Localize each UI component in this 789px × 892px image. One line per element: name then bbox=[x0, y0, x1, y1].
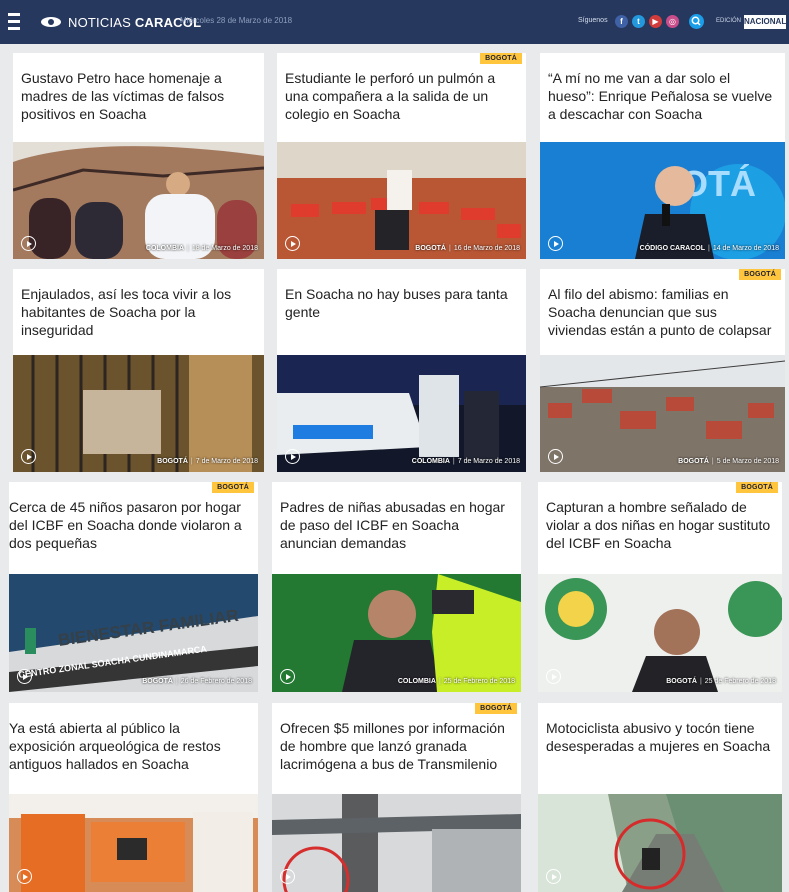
play-icon[interactable] bbox=[280, 669, 295, 684]
article-image bbox=[277, 355, 526, 472]
article-card[interactable]: BOGOTÁ Capturan a hombre señalado de vio… bbox=[538, 482, 782, 692]
article-title[interactable]: Capturan a hombre señalado de violar a d… bbox=[546, 498, 774, 552]
article-image bbox=[277, 142, 526, 259]
play-icon[interactable] bbox=[546, 869, 561, 884]
play-icon[interactable] bbox=[17, 869, 32, 884]
article-image bbox=[272, 574, 521, 692]
section-badge: BOGOTÁ bbox=[480, 53, 522, 64]
edition-label: EDICIÓN bbox=[716, 18, 742, 24]
article-image: OTÁ bbox=[540, 142, 785, 259]
article-card[interactable]: “A mí no me van a dar solo el hueso”: En… bbox=[540, 53, 785, 259]
article-title[interactable]: Al filo del abismo: familias en Soacha d… bbox=[548, 285, 777, 339]
section-badge: BOGOTÁ bbox=[739, 269, 781, 280]
play-icon[interactable] bbox=[280, 869, 295, 884]
article-card[interactable]: Gustavo Petro hace homenaje a madres de … bbox=[13, 53, 264, 259]
article-title[interactable]: Enjaulados, así les toca vivir a los hab… bbox=[21, 285, 256, 339]
facebook-icon[interactable]: f bbox=[615, 15, 628, 28]
article-thumbnail[interactable]: COLOMBIA | 25 de Febrero de 2018 bbox=[272, 574, 521, 692]
play-icon[interactable] bbox=[17, 669, 32, 684]
section-badge: BOGOTÁ bbox=[212, 482, 254, 493]
article-card[interactable]: BOGOTÁ Cerca de 45 niños pasaron por hog… bbox=[9, 482, 258, 692]
article-image bbox=[13, 355, 264, 472]
article-thumbnail[interactable]: COLOMBIA | 18 de Marzo de 2018 bbox=[13, 142, 264, 259]
article-thumbnail[interactable]: BIENESTAR FAMILIAR CENTRO ZONAL SOACHA CU… bbox=[9, 574, 258, 692]
section-badge: BOGOTÁ bbox=[475, 703, 517, 714]
article-image bbox=[272, 794, 521, 892]
article-thumbnail[interactable]: BOGOTÁ | 16 de Marzo de 2018 bbox=[277, 142, 526, 259]
article-card[interactable]: BOGOTÁ Ofrecen $5 millones por informaci… bbox=[272, 703, 521, 892]
article-meta: BOGOTÁ | 5 de Marzo de 2018 bbox=[678, 458, 779, 465]
eye-logo-icon bbox=[41, 17, 61, 27]
section-badge: BOGOTÁ bbox=[736, 482, 778, 493]
article-meta: BOGOTÁ | 16 de Marzo de 2018 bbox=[415, 245, 520, 252]
article-meta: BOGOTÁ | 25 de Febrero de 2018 bbox=[666, 678, 776, 685]
article-title[interactable]: Padres de niñas abusadas en hogar de pas… bbox=[280, 498, 513, 552]
play-icon[interactable] bbox=[285, 449, 300, 464]
play-icon[interactable] bbox=[285, 236, 300, 251]
article-thumbnail[interactable] bbox=[9, 794, 258, 892]
article-title[interactable]: Gustavo Petro hace homenaje a madres de … bbox=[21, 69, 256, 123]
article-thumbnail[interactable]: COLOMBIA | 7 de Marzo de 2018 bbox=[277, 355, 526, 472]
article-card[interactable]: BOGOTÁ Al filo del abismo: familias en S… bbox=[540, 269, 785, 472]
article-thumbnail[interactable] bbox=[272, 794, 521, 892]
article-image bbox=[538, 794, 782, 892]
article-image: BIENESTAR FAMILIARCENTRO ZONAL SOACHA CU… bbox=[9, 574, 258, 692]
article-image bbox=[13, 142, 264, 259]
article-thumbnail[interactable]: BOGOTÁ | 25 de Febrero de 2018 bbox=[538, 574, 782, 692]
article-card[interactable]: Ya está abierta al público la exposición… bbox=[9, 703, 258, 892]
hamburger-menu-icon[interactable] bbox=[8, 13, 20, 30]
article-meta: BOGOTÁ | 26 de Febrero de 2018 bbox=[142, 678, 252, 685]
play-icon[interactable] bbox=[21, 236, 36, 251]
article-title[interactable]: Motociclista abusivo y tocón tiene deses… bbox=[546, 719, 774, 755]
article-card[interactable]: En Soacha no hay buses para tanta gente … bbox=[277, 269, 526, 472]
site-logo[interactable]: NOTICIAS CARACOL bbox=[40, 12, 201, 32]
header-date: Miércoles 28 de Marzo de 2018 bbox=[180, 16, 293, 25]
article-thumbnail[interactable]: BOGOTÁ | 5 de Marzo de 2018 bbox=[540, 355, 785, 472]
instagram-icon[interactable]: ◎ bbox=[666, 15, 679, 28]
article-card[interactable]: BOGOTÁ Estudiante le perforó un pulmón a… bbox=[277, 53, 526, 259]
article-card[interactable]: Padres de niñas abusadas en hogar de pas… bbox=[272, 482, 521, 692]
article-meta: BOGOTÁ | 7 de Marzo de 2018 bbox=[157, 458, 258, 465]
follow-label: Síguenos bbox=[578, 17, 608, 24]
search-icon bbox=[691, 16, 701, 26]
article-title[interactable]: En Soacha no hay buses para tanta gente bbox=[285, 285, 518, 321]
edition-selector[interactable]: NACIONAL bbox=[744, 15, 786, 29]
article-title[interactable]: “A mí no me van a dar solo el hueso”: En… bbox=[548, 69, 777, 123]
article-meta: COLOMBIA | 7 de Marzo de 2018 bbox=[411, 458, 520, 465]
article-thumbnail[interactable]: OTÁ CÓDIGO CARACOL | 14 de Marzo de 2018 bbox=[540, 142, 785, 259]
article-card[interactable]: Enjaulados, así les toca vivir a los hab… bbox=[13, 269, 264, 472]
article-image bbox=[9, 794, 258, 892]
article-title[interactable]: Estudiante le perforó un pulmón a una co… bbox=[285, 69, 518, 123]
site-header: NOTICIAS CARACOL Miércoles 28 de Marzo d… bbox=[0, 0, 789, 44]
play-icon[interactable] bbox=[21, 449, 36, 464]
article-title[interactable]: Cerca de 45 niños pasaron por hogar del … bbox=[9, 498, 246, 552]
article-title[interactable]: Ya está abierta al público la exposición… bbox=[9, 719, 246, 773]
article-title[interactable]: Ofrecen $5 millones por información de h… bbox=[280, 719, 513, 773]
article-meta: CÓDIGO CARACOL | 14 de Marzo de 2018 bbox=[639, 245, 779, 252]
play-icon[interactable] bbox=[546, 669, 561, 684]
youtube-icon[interactable]: ▶ bbox=[649, 15, 662, 28]
twitter-icon[interactable]: t bbox=[632, 15, 645, 28]
article-card[interactable]: Motociclista abusivo y tocón tiene deses… bbox=[538, 703, 782, 892]
article-image bbox=[540, 355, 785, 472]
article-thumbnail[interactable] bbox=[538, 794, 782, 892]
play-icon[interactable] bbox=[548, 236, 563, 251]
article-meta: COLOMBIA | 25 de Febrero de 2018 bbox=[397, 678, 515, 685]
play-icon[interactable] bbox=[548, 449, 563, 464]
article-meta: COLOMBIA | 18 de Marzo de 2018 bbox=[145, 245, 258, 252]
search-button[interactable] bbox=[689, 14, 704, 29]
article-thumbnail[interactable]: BOGOTÁ | 7 de Marzo de 2018 bbox=[13, 355, 264, 472]
article-image bbox=[538, 574, 782, 692]
